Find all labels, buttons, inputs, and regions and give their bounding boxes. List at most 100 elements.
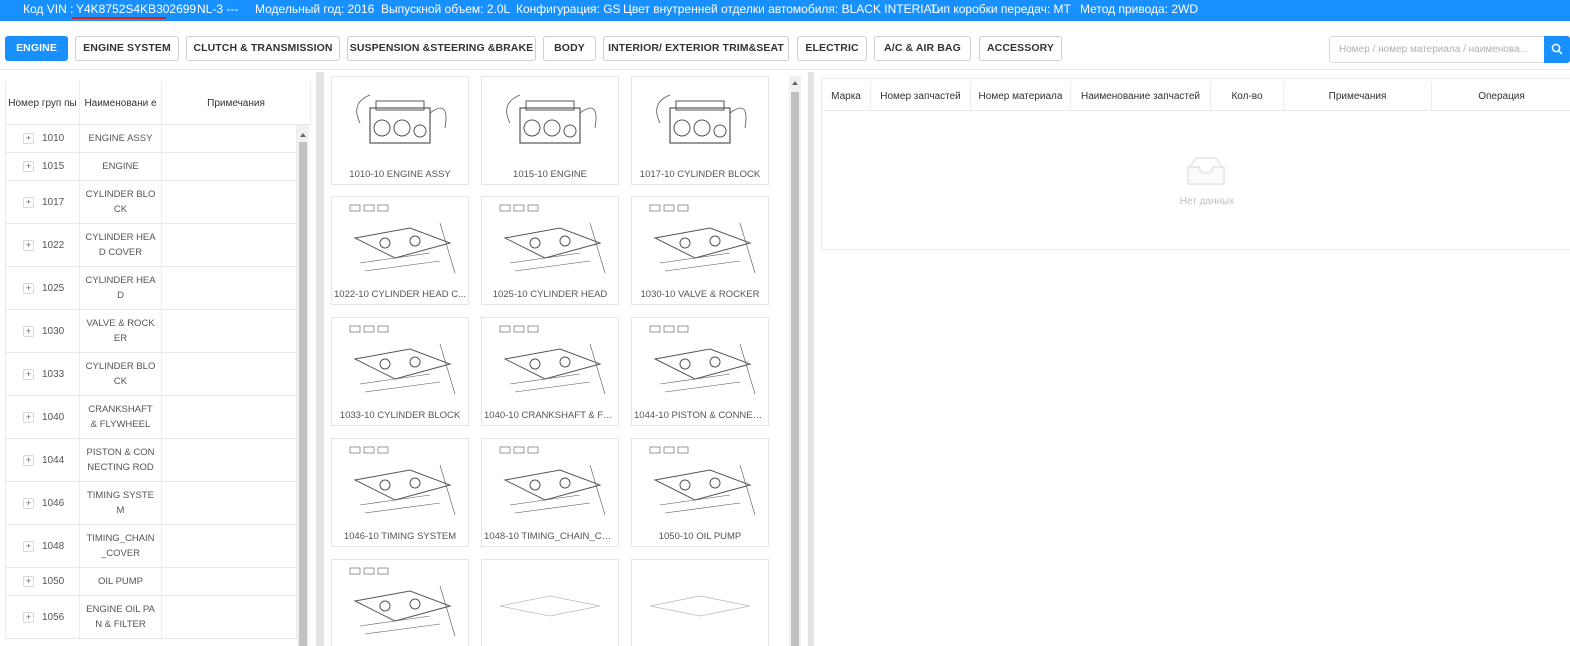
search-button[interactable]	[1544, 36, 1570, 63]
diagram-card[interactable]: 1044-10 PISTON & CONNEC...	[631, 317, 769, 426]
diagram-partial-icon	[649, 595, 751, 617]
diagram-card[interactable]: 1050-10 OIL PUMP	[631, 438, 769, 547]
tab-engine-system[interactable]: ENGINE SYSTEM	[75, 36, 179, 61]
model-year: Модельный год: 2016	[255, 2, 375, 16]
expand-icon[interactable]: +	[23, 540, 34, 552]
group-row[interactable]: +1033 CYLINDER BLO CK	[5, 353, 297, 396]
diagram-caption: 1017-10 CYLINDER BLOCK	[639, 169, 761, 180]
expand-icon[interactable]: +	[23, 368, 34, 380]
expand-icon[interactable]: +	[23, 133, 34, 144]
expand-icon[interactable]: +	[23, 611, 34, 623]
tab-suspension-steering-brake[interactable]: SUSPENSION &STEERING &BRAKE	[347, 36, 536, 61]
group-scroll-thumb[interactable]	[299, 142, 307, 646]
col-material-number: Номер материала	[971, 82, 1071, 111]
diagram-grid: 1010-10 ENGINE ASSY 1015-10 ENGINE 1017-10…	[325, 72, 787, 646]
diagram-card[interactable]: 1040-10 CRANKSHAFT & FL...	[481, 317, 619, 426]
group-row[interactable]: +1050 OIL PUMP	[5, 568, 297, 596]
diagram-card[interactable]: 1022-10 CYLINDER HEAD C...	[331, 196, 469, 305]
group-scrollbar[interactable]	[297, 125, 309, 646]
expand-icon[interactable]: +	[23, 325, 34, 337]
expand-icon[interactable]: +	[23, 196, 34, 208]
expand-icon[interactable]: +	[23, 576, 34, 587]
crankshaft-diagram-icon	[499, 325, 606, 395]
search-input[interactable]	[1329, 36, 1544, 63]
group-name: ENGINE ASSY	[80, 125, 162, 152]
group-row[interactable]: +1010 ENGINE ASSY	[5, 125, 297, 153]
col-part-number: Номер запчастей	[871, 82, 971, 111]
timing-chain-cover-diagram-icon	[499, 446, 606, 516]
group-code: 1050	[42, 576, 65, 587]
group-row[interactable]: +1044 PISTON & CON NECTING ROD	[5, 439, 297, 482]
scroll-up-arrow[interactable]	[300, 133, 306, 137]
tab-electric[interactable]: ELECTRIC	[797, 36, 867, 61]
group-number-cell: +1025	[5, 267, 80, 309]
diagram-card[interactable]: 1048-10 TIMING_CHAIN_CO...	[481, 438, 619, 547]
group-row[interactable]: +1048 TIMING_CHAIN _COVER	[5, 525, 297, 568]
diagram-card[interactable]: 1015-10 ENGINE	[481, 76, 619, 185]
panel-divider-left[interactable]	[316, 72, 324, 646]
col-part-name: Наименование запчастей	[1071, 82, 1211, 111]
col-quantity: Кол-во	[1211, 82, 1284, 111]
diagram-card[interactable]: 1017-10 CYLINDER BLOCK	[631, 76, 769, 185]
group-row[interactable]: +1025 CYLINDER HEA D	[5, 267, 297, 310]
tab-engine[interactable]: ENGINE	[5, 36, 68, 61]
group-code: 1015	[42, 161, 65, 172]
group-number-cell: +1050	[5, 568, 80, 595]
group-code: 1033	[42, 368, 65, 380]
group-name: CYLINDER HEA D	[80, 267, 162, 309]
diagram-card[interactable]	[481, 559, 619, 646]
model-code: NL-3 ---	[197, 2, 239, 16]
diagram-card[interactable]: 1046-10 TIMING SYSTEM	[331, 438, 469, 547]
group-row[interactable]: +1022 CYLINDER HEA D COVER	[5, 224, 297, 267]
diagram-card[interactable]: 1010-10 ENGINE ASSY	[331, 76, 469, 185]
group-number-cell: +1044	[5, 439, 80, 481]
group-row[interactable]: +1015 ENGINE	[5, 153, 297, 181]
timing-system-diagram-icon	[349, 446, 456, 516]
diagram-caption: 1046-10 TIMING SYSTEM	[343, 531, 457, 542]
group-number-cell: +1056	[5, 596, 80, 638]
cylinder-head-diagram-icon	[499, 204, 606, 274]
diagram-scrollbar[interactable]	[789, 76, 801, 646]
expand-icon[interactable]: +	[23, 161, 34, 172]
expand-icon[interactable]: +	[23, 282, 34, 294]
diagram-card[interactable]	[631, 559, 769, 646]
diagram-partial-icon	[499, 595, 601, 617]
group-notes-cell	[162, 482, 297, 524]
piston-diagram-icon	[649, 325, 756, 395]
diagram-scroll-thumb[interactable]	[791, 92, 799, 646]
diagram-card[interactable]	[331, 559, 469, 646]
expand-icon[interactable]: +	[23, 497, 34, 509]
group-code: 1030	[42, 325, 65, 337]
expand-icon[interactable]: +	[23, 239, 34, 251]
panel-divider-right[interactable]	[808, 72, 814, 646]
tab-accessory[interactable]: ACCESSORY	[979, 36, 1062, 61]
group-name: TIMING_CHAIN _COVER	[80, 525, 162, 567]
tab-clutch-transmission[interactable]: CLUTCH & TRANSMISSION	[186, 36, 340, 61]
group-number-cell: +1017	[5, 181, 80, 223]
group-row[interactable]: +1056 ENGINE OIL PA N & FILTER	[5, 596, 297, 639]
diagram-card[interactable]: 1033-10 CYLINDER BLOCK	[331, 317, 469, 426]
diagram-card[interactable]: 1025-10 CYLINDER HEAD	[481, 196, 619, 305]
diagram-card[interactable]: 1030-10 VALVE & ROCKER	[631, 196, 769, 305]
group-code: 1010	[42, 133, 65, 144]
tab-ac-airbag[interactable]: A/C & AIR BAG	[874, 36, 971, 61]
group-number-cell: +1040	[5, 396, 80, 438]
group-row[interactable]: +1030 VALVE & ROCK ER	[5, 310, 297, 353]
expand-icon[interactable]: +	[23, 454, 34, 466]
transmission: Тип коробки передач: MT	[930, 2, 1071, 16]
tab-interior-exterior-trim-seat[interactable]: INTERIOR/ EXTERIOR TRIM&SEAT	[603, 36, 789, 61]
group-row[interactable]: +1017 CYLINDER BLO CK	[5, 181, 297, 224]
group-number-cell: +1030	[5, 310, 80, 352]
diagram-caption: 1048-10 TIMING_CHAIN_CO...	[484, 531, 616, 542]
parts-table: Марка Номер запчастей Номер материала На…	[821, 78, 1570, 250]
group-row[interactable]: +1040 CRANKSHAFT & FLYWHEEL	[5, 396, 297, 439]
scroll-up-arrow[interactable]	[792, 81, 798, 85]
expand-icon[interactable]: +	[23, 411, 34, 423]
group-name: CYLINDER BLO CK	[80, 353, 162, 395]
group-notes-cell	[162, 439, 297, 481]
group-row[interactable]: +1046 TIMING SYSTE M	[5, 482, 297, 525]
group-name: PISTON & CON NECTING ROD	[80, 439, 162, 481]
cylinder-block-diagram-icon	[656, 94, 747, 144]
diagram-caption: 1040-10 CRANKSHAFT & FL...	[484, 410, 616, 421]
tab-body[interactable]: BODY	[543, 36, 596, 61]
